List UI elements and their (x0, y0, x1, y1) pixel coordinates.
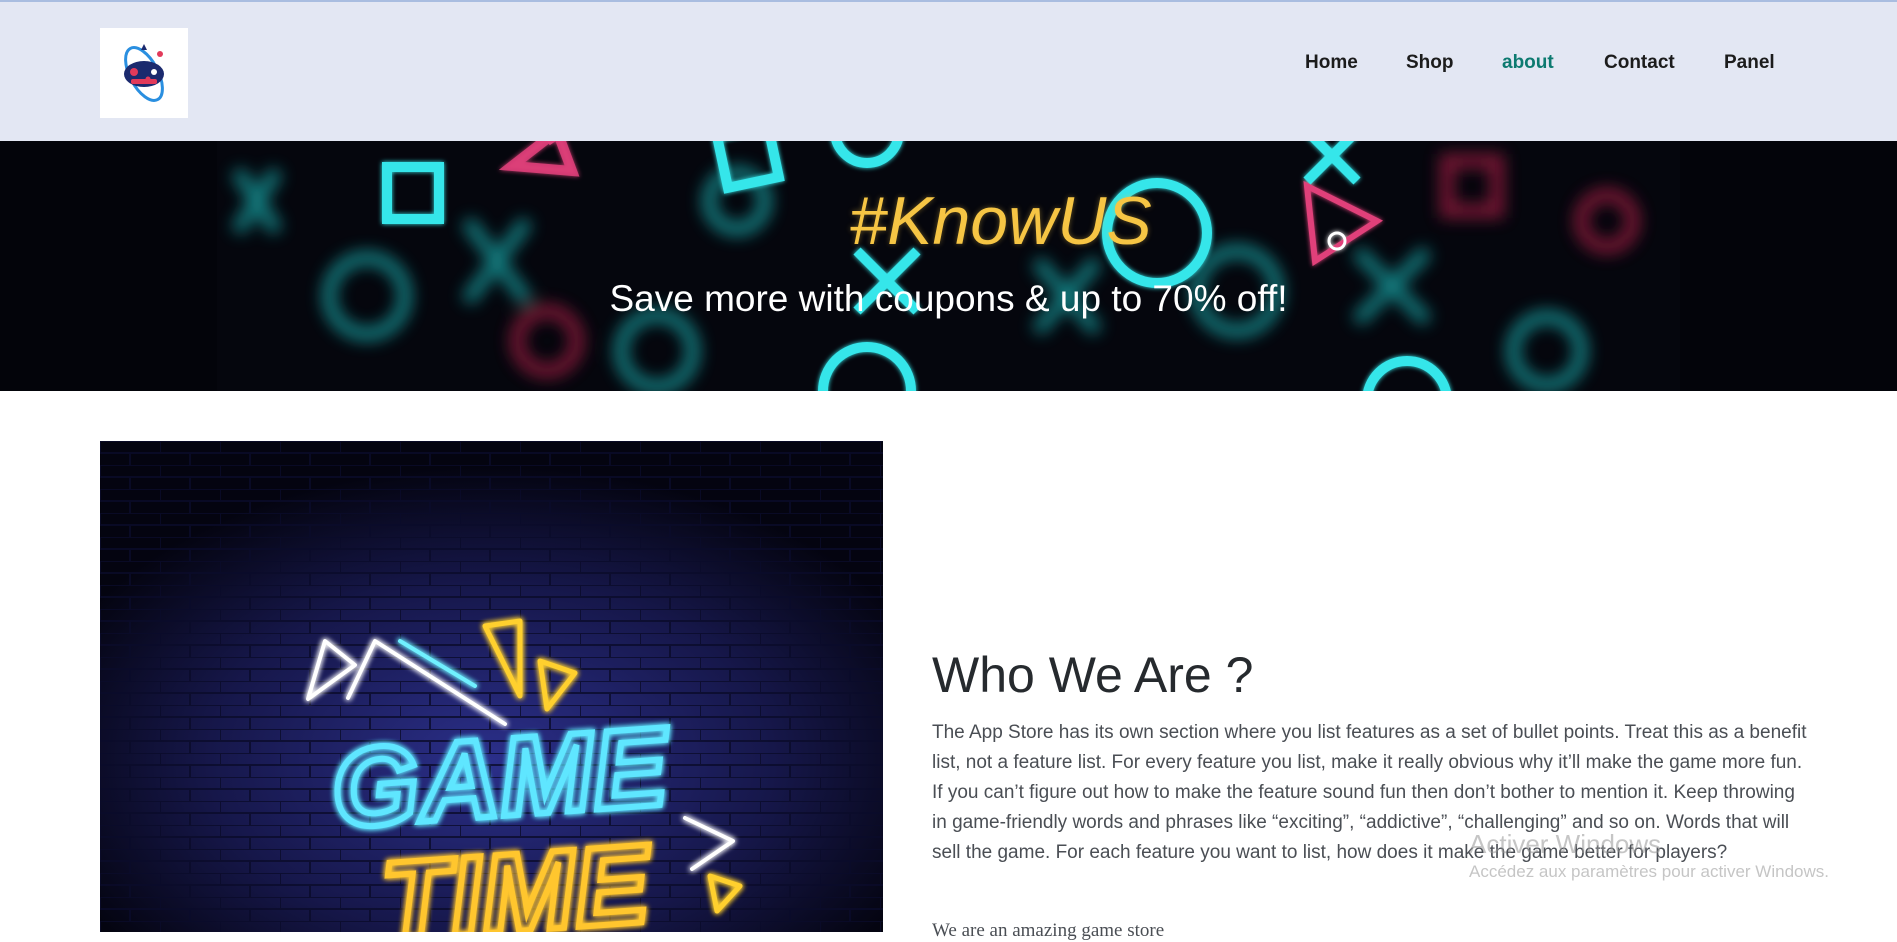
nav-panel[interactable]: Panel (1724, 52, 1775, 74)
site-header: Home Shop about Contact Panel (0, 0, 1897, 141)
banner-title: #KnowUS (849, 183, 1152, 259)
windows-activation-watermark: Activer Windows Accédez aux paramètres p… (1469, 829, 1829, 882)
neon-shapes-background (217, 141, 1680, 391)
who-we-are-heading: Who We Are ? (932, 647, 1254, 703)
nav-shop[interactable]: Shop (1406, 52, 1454, 74)
nav-about[interactable]: about (1502, 52, 1554, 74)
watermark-subtitle: Accédez aux paramètres pour activer Wind… (1469, 862, 1829, 881)
store-tagline: We are an amazing game store (932, 920, 1165, 941)
banner-subtitle: Save more with coupons & up to 70% off! (609, 278, 1288, 319)
hero-banner: #KnowUS Save more with coupons & up to 7… (0, 141, 1897, 391)
time-word: TIME (378, 821, 657, 932)
nav-home[interactable]: Home (1305, 52, 1358, 74)
nav-contact[interactable]: Contact (1604, 52, 1675, 74)
main-nav: Home Shop about Contact Panel (0, 52, 1897, 78)
watermark-title: Activer Windows (1469, 829, 1662, 859)
game-time-neon-sign-icon: GAME TIME (100, 441, 883, 932)
game-time-image: GAME TIME (100, 441, 883, 932)
